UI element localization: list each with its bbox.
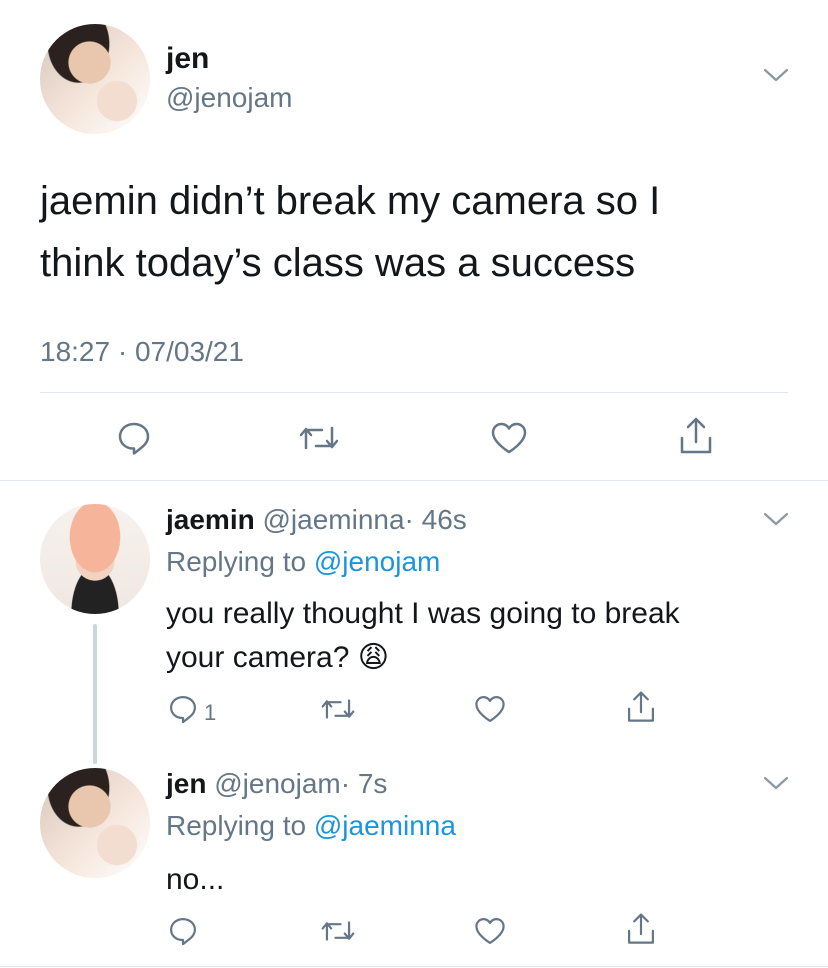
chevron-down-icon[interactable] (762, 510, 790, 533)
share-icon[interactable] (624, 910, 658, 948)
replying-to-handle[interactable]: @jaeminna (314, 810, 456, 841)
tweet-timestamp[interactable]: 18:27 · 07/03/21 (40, 336, 244, 368)
like-icon[interactable] (488, 418, 530, 458)
chevron-down-icon[interactable] (762, 66, 790, 89)
reply-icon[interactable] (166, 692, 200, 726)
reply-text-line-2: your camera? 😩 (166, 641, 390, 674)
author-handle[interactable]: @jenojam (166, 82, 292, 114)
reply-header: jaemin @jaeminna· 46s (166, 504, 467, 536)
avatar-jen[interactable] (40, 24, 150, 134)
share-icon[interactable] (624, 688, 658, 726)
replying-to: Replying to @jenojam (166, 546, 440, 578)
replying-to-handle[interactable]: @jenojam (314, 546, 440, 577)
tweet-text-line-1: jaemin didn’t break my camera so I (40, 179, 661, 223)
retweet-icon[interactable] (318, 914, 358, 948)
like-icon[interactable] (472, 692, 508, 726)
retweet-icon[interactable] (318, 692, 358, 726)
reply-author-name[interactable]: jaemin (166, 504, 255, 535)
reply-text-line-1: you really thought I was going to break (166, 597, 680, 630)
bottom-divider (0, 966, 828, 967)
reply-icon[interactable] (114, 418, 154, 458)
like-icon[interactable] (472, 914, 508, 948)
reply-time[interactable]: · 7s (341, 768, 388, 799)
replying-to-label: Replying to (166, 810, 307, 841)
divider (40, 392, 788, 393)
author-name[interactable]: jen (166, 42, 209, 76)
section-divider (0, 480, 828, 481)
reply-author-name[interactable]: jen (166, 768, 206, 799)
replying-to: Replying to @jaeminna (166, 810, 456, 842)
thread-line (93, 624, 97, 764)
tweet-text: jaemin didn’t break my camera so I think… (40, 170, 660, 294)
reply-text: no... (166, 858, 224, 902)
reply-text-line-1: no... (166, 863, 225, 896)
reply-time[interactable]: · 46s (405, 504, 467, 535)
reply-icon[interactable] (166, 914, 200, 948)
reply-header: jen @jenojam· 7s (166, 768, 387, 800)
chevron-down-icon[interactable] (762, 774, 790, 797)
reply-author-handle[interactable]: @jaeminna (262, 504, 404, 535)
reply-author-handle[interactable]: @jenojam (214, 768, 340, 799)
avatar-jaemin[interactable] (40, 504, 150, 614)
share-icon[interactable] (676, 414, 716, 458)
reply-count: 1 (204, 700, 217, 725)
tweet-text-line-2: think today’s class was a success (40, 241, 636, 285)
avatar-jen[interactable] (40, 768, 150, 878)
replying-to-label: Replying to (166, 546, 307, 577)
reply-text: you really thought I was going to break … (166, 592, 680, 680)
retweet-icon[interactable] (296, 418, 342, 458)
